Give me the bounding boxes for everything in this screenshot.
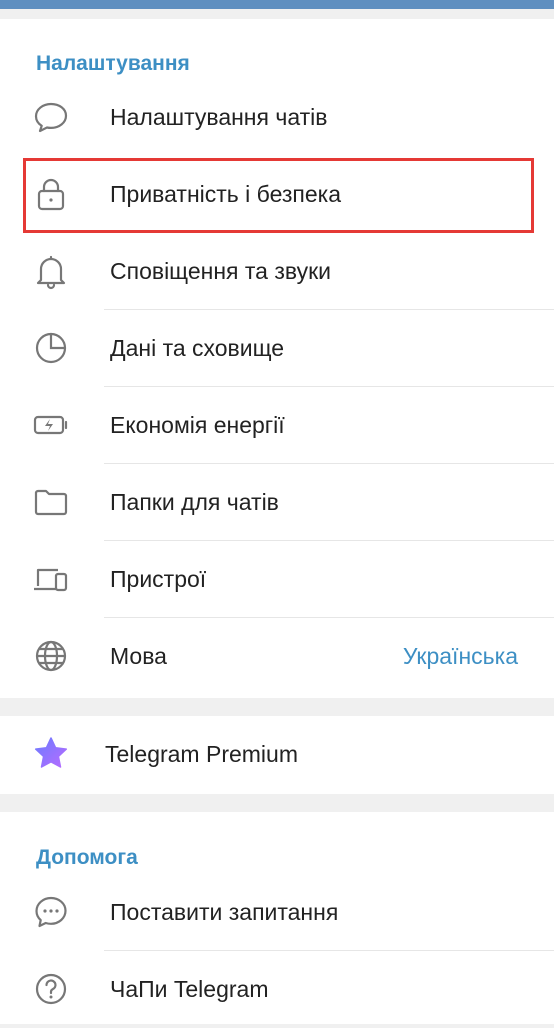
settings-item-label: Налаштування чатів bbox=[110, 104, 328, 130]
chat-bubble-icon bbox=[32, 98, 70, 136]
premium-card: Telegram Premium bbox=[0, 716, 554, 794]
settings-item-label: Пристрої bbox=[110, 566, 207, 592]
settings-card: Налаштування Налаштування чатів Приватні… bbox=[0, 19, 554, 698]
settings-item-chat-folders[interactable]: Папки для чатів bbox=[0, 464, 554, 541]
help-item-ask-question[interactable]: Поставити запитання bbox=[0, 874, 554, 951]
settings-item-label: Приватність і безпека bbox=[110, 181, 342, 207]
help-item-faq[interactable]: ЧаПи Telegram bbox=[0, 951, 554, 1028]
globe-icon bbox=[32, 637, 70, 675]
help-item-label: Поставити запитання bbox=[110, 899, 339, 925]
settings-item-devices[interactable]: Пристрої bbox=[0, 541, 554, 618]
battery-icon bbox=[32, 406, 70, 444]
settings-item-label: Економія енергії bbox=[110, 412, 285, 438]
settings-item-label: Папки для чатів bbox=[110, 489, 279, 515]
settings-item-label: Сповіщення та звуки bbox=[110, 258, 332, 284]
folder-icon bbox=[32, 483, 70, 521]
lock-icon bbox=[32, 175, 70, 213]
chat-dots-icon bbox=[32, 893, 70, 931]
pie-chart-icon bbox=[32, 329, 70, 367]
settings-item-language[interactable]: Мова Українська bbox=[0, 618, 554, 695]
settings-item-data-storage[interactable]: Дані та сховище bbox=[0, 310, 554, 387]
star-icon bbox=[32, 735, 70, 773]
help-item-label: ЧаПи Telegram bbox=[110, 976, 269, 1002]
settings-item-label: Мова bbox=[110, 643, 167, 669]
help-card: Допомога Поставити запитання ЧаПи Telegr… bbox=[0, 812, 554, 1024]
settings-item-notifications[interactable]: Сповіщення та звуки bbox=[0, 233, 554, 310]
section-title-help: Допомога bbox=[36, 846, 138, 869]
premium-label: Telegram Premium bbox=[105, 741, 298, 767]
bell-icon bbox=[32, 252, 70, 290]
top-bar bbox=[0, 0, 554, 9]
settings-item-label: Дані та сховище bbox=[110, 335, 285, 361]
premium-item[interactable]: Telegram Premium bbox=[0, 716, 554, 793]
language-value: Українська bbox=[402, 643, 518, 669]
settings-item-chat-settings[interactable]: Налаштування чатів bbox=[0, 79, 554, 156]
question-icon bbox=[32, 970, 70, 1008]
devices-icon bbox=[32, 560, 70, 598]
settings-item-privacy[interactable]: Приватність і безпека bbox=[0, 156, 554, 233]
settings-item-power-saving[interactable]: Економія енергії bbox=[0, 387, 554, 464]
section-title-settings: Налаштування bbox=[36, 52, 190, 75]
